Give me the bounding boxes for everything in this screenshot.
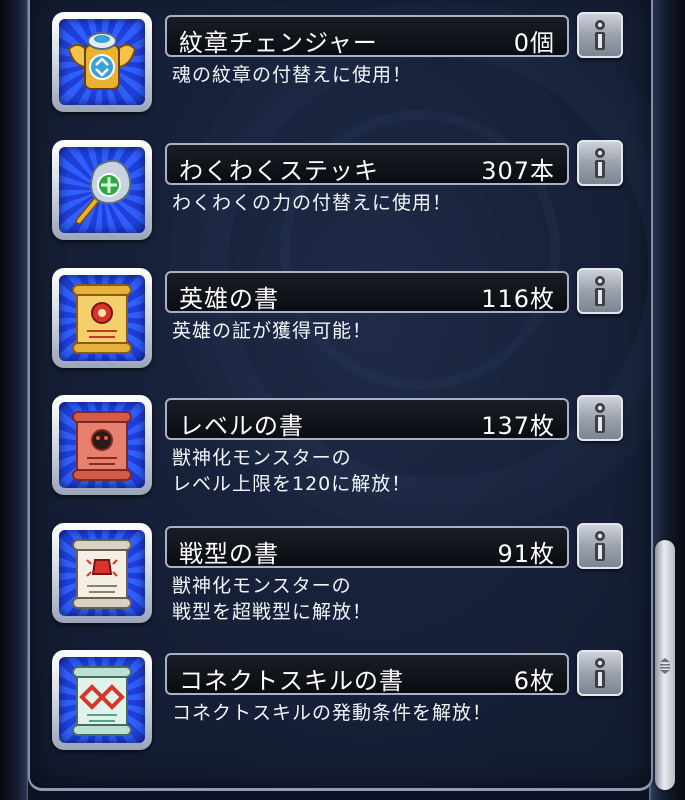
item-icon-frame: [52, 523, 152, 623]
info-icon: [595, 276, 605, 306]
grip-icon: [660, 658, 670, 674]
item-description-line: レベル上限を120に解放！: [172, 473, 412, 495]
info-icon: [595, 148, 605, 178]
item-name: レベルの書: [179, 412, 304, 440]
item-name-bar: わくわくステッキ 307本: [165, 143, 569, 185]
item-description-line: わくわくの力の付替えに使用！: [172, 192, 453, 214]
left-border: [0, 0, 28, 800]
item-description-line: 獣神化モンスターの: [172, 575, 352, 597]
item-name-bar: コネクトスキルの書 6枚: [165, 653, 569, 695]
info-icon: [595, 531, 605, 561]
item-name-bar: 紋章チェンジャー 0個: [165, 15, 569, 57]
item-list-screen: 紋章チェンジャー 0個 魂の紋章の付替えに使用！ わくわくステッキ 307本 わ…: [0, 0, 685, 800]
item-row-battle-type-book[interactable]: 戦型の書 91枚 獣神化モンスターの 戦型を超戦型に解放！: [30, 523, 651, 627]
item-name: 戦型の書: [179, 540, 279, 568]
item-description: コネクトスキルの発動条件を解放！: [172, 700, 492, 726]
info-button[interactable]: [577, 650, 623, 696]
item-icon-frame: [52, 650, 152, 750]
item-row-level-book[interactable]: レベルの書 137枚 獣神化モンスターの レベル上限を120に解放！: [30, 395, 651, 499]
item-description-line: コネクトスキルの発動条件を解放！: [172, 702, 493, 724]
item-row-waku-waku-stick[interactable]: わくわくステッキ 307本 わくわくの力の付替えに使用！: [30, 140, 651, 244]
item-description-line: 獣神化モンスターの: [172, 447, 352, 469]
info-button[interactable]: [577, 523, 623, 569]
waku-waku-stick-icon: [59, 147, 145, 233]
item-name-bar: レベルの書 137枚: [165, 398, 569, 440]
emblem-changer-icon: [59, 19, 145, 105]
item-count: 91枚: [497, 540, 555, 568]
info-button[interactable]: [577, 395, 623, 441]
item-description: わくわくの力の付替えに使用！: [172, 190, 452, 216]
hero-scroll-icon: [59, 275, 145, 361]
info-icon: [595, 20, 605, 50]
item-description-line: 英雄の証が獲得可能！: [172, 320, 373, 342]
item-description: 魂の紋章の付替えに使用！: [172, 62, 412, 88]
item-name-bar: 英雄の書 116枚: [165, 271, 569, 313]
item-description-line: 戦型を超戦型に解放！: [172, 601, 373, 623]
item-count: 116枚: [481, 285, 555, 313]
item-row-connect-skill-book[interactable]: コネクトスキルの書 6枚 コネクトスキルの発動条件を解放！: [30, 650, 651, 754]
battle-type-scroll-icon: [59, 530, 145, 616]
item-description: 英雄の証が獲得可能！: [172, 318, 372, 344]
item-list-panel[interactable]: 紋章チェンジャー 0個 魂の紋章の付替えに使用！ わくわくステッキ 307本 わ…: [28, 0, 653, 791]
item-name: 紋章チェンジャー: [179, 29, 378, 57]
item-name: コネクトスキルの書: [179, 667, 404, 695]
item-icon-frame: [52, 140, 152, 240]
item-description: 獣神化モンスターの レベル上限を120に解放！: [172, 445, 411, 497]
item-count: 137枚: [481, 412, 555, 440]
item-count: 307本: [481, 157, 555, 185]
item-icon-frame: [52, 395, 152, 495]
info-button[interactable]: [577, 140, 623, 186]
item-icon-frame: [52, 12, 152, 112]
item-description-line: 魂の紋章の付替えに使用！: [172, 64, 413, 86]
item-count: 0個: [513, 29, 555, 57]
item-name: 英雄の書: [179, 285, 279, 313]
info-button[interactable]: [577, 268, 623, 314]
item-row-hero-book[interactable]: 英雄の書 116枚 英雄の証が獲得可能！: [30, 268, 651, 372]
item-name-bar: 戦型の書 91枚: [165, 526, 569, 568]
item-count: 6枚: [513, 667, 555, 695]
info-button[interactable]: [577, 12, 623, 58]
info-icon: [595, 658, 605, 688]
item-description: 獣神化モンスターの 戦型を超戦型に解放！: [172, 573, 372, 625]
item-name: わくわくステッキ: [179, 157, 379, 185]
connect-skill-scroll-icon: [59, 657, 145, 743]
item-row-emblem-changer[interactable]: 紋章チェンジャー 0個 魂の紋章の付替えに使用！: [30, 12, 651, 116]
scrollbar-thumb[interactable]: [655, 540, 675, 790]
info-icon: [595, 403, 605, 433]
item-icon-frame: [52, 268, 152, 368]
level-scroll-icon: [59, 402, 145, 488]
